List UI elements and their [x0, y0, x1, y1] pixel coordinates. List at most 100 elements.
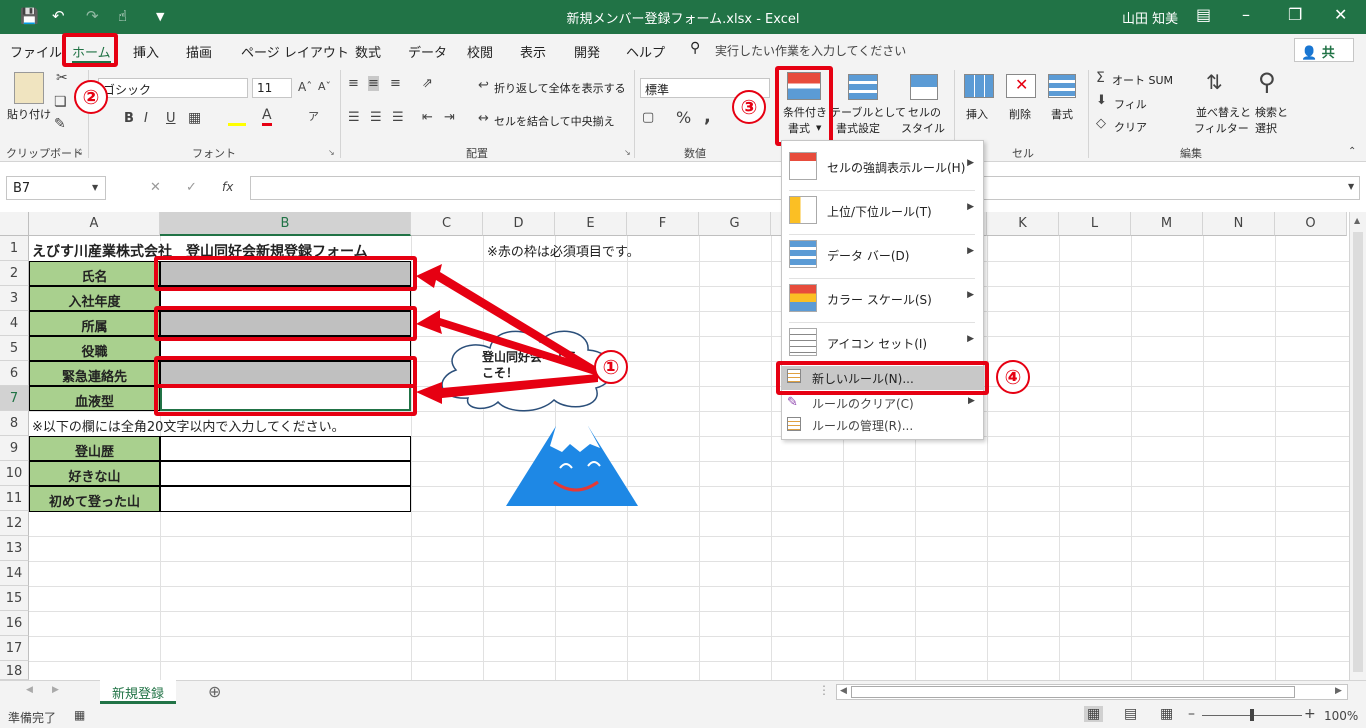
column-header[interactable]: K	[987, 212, 1059, 236]
italic-icon[interactable]: I	[144, 111, 148, 126]
column-header[interactable]: A	[29, 212, 160, 236]
autosum-button[interactable]: オート SUM	[1112, 72, 1173, 88]
close-icon[interactable]: ✕	[1334, 5, 1347, 24]
input-favorite-mountain[interactable]	[160, 461, 411, 486]
align-center-icon[interactable]: ☰	[370, 110, 382, 125]
find-select-label-1[interactable]: 検索と	[1255, 104, 1288, 120]
row-header[interactable]: 17	[0, 636, 29, 661]
fill-color-icon[interactable]	[228, 110, 246, 126]
align-bottom-icon[interactable]: ≡	[390, 76, 401, 91]
row-header[interactable]: 8	[0, 411, 29, 436]
cancel-icon[interactable]: ✕	[150, 180, 161, 195]
tab-developer[interactable]: 開発	[574, 42, 600, 61]
tab-page-layout[interactable]: ページ レイアウト	[241, 42, 349, 61]
ribbon-display-icon[interactable]: ▤	[1196, 5, 1211, 24]
underline-icon[interactable]: U	[166, 111, 176, 126]
column-header[interactable]: G	[699, 212, 771, 236]
tab-review[interactable]: 校閲	[467, 42, 493, 61]
row-header[interactable]: 2	[0, 261, 29, 286]
menu-item-data-bars[interactable]: データ バー(D) ▶	[789, 240, 974, 270]
scroll-thumb[interactable]	[1353, 232, 1363, 672]
column-header[interactable]: F	[627, 212, 699, 236]
bold-icon[interactable]: B	[124, 111, 134, 126]
decrease-indent-icon[interactable]: ⇤	[422, 110, 433, 125]
label-favorite-mountain[interactable]: 好きな山	[29, 461, 160, 486]
clear-button[interactable]: クリア	[1114, 119, 1147, 135]
sort-filter-label-2[interactable]: フィルター	[1194, 120, 1249, 136]
row-header[interactable]: 12	[0, 511, 29, 536]
label-join-year[interactable]: 入社年度	[29, 286, 160, 311]
clear-icon[interactable]: ◇	[1096, 116, 1106, 131]
increase-indent-icon[interactable]: ⇥	[444, 110, 455, 125]
font-color-icon[interactable]: A	[262, 108, 272, 126]
row-header[interactable]: 6	[0, 361, 29, 386]
menu-item-manage-rules[interactable]: ルールの管理(R)...	[782, 414, 983, 436]
tell-me-input[interactable]: 実行したい作業を入力してください	[715, 42, 906, 59]
menu-item-top-bottom-rules[interactable]: 上位/下位ルール(T) ▶	[789, 196, 974, 226]
enter-icon[interactable]: ✓	[186, 180, 197, 195]
borders-icon[interactable]: ▦	[188, 110, 201, 126]
label-emergency-contact[interactable]: 緊急連絡先	[29, 361, 160, 386]
zoom-out-icon[interactable]: –	[1188, 706, 1195, 722]
wrap-text-icon[interactable]: ↩	[478, 78, 489, 93]
tab-help[interactable]: ヘルプ	[626, 42, 665, 61]
fill-icon[interactable]: ⬇	[1096, 93, 1107, 108]
accounting-icon[interactable]: ▢	[642, 110, 654, 125]
alignment-launcher-icon[interactable]: ↘	[624, 148, 631, 157]
percent-icon[interactable]: %	[676, 108, 691, 127]
autosum-icon[interactable]: Σ	[1096, 70, 1105, 86]
tab-view[interactable]: 表示	[520, 42, 546, 61]
format-painter-icon[interactable]: ✎	[54, 116, 66, 132]
format-as-table-label-2[interactable]: 書式設定	[836, 120, 880, 136]
align-top-icon[interactable]: ≡	[348, 76, 359, 91]
comma-icon[interactable]: ,	[704, 106, 711, 127]
column-header[interactable]: N	[1203, 212, 1275, 236]
find-select-label-2[interactable]: 選択	[1255, 120, 1277, 136]
label-department[interactable]: 所属	[29, 311, 160, 336]
row-header[interactable]: 16	[0, 611, 29, 636]
share-button[interactable]: 👤 共有	[1294, 38, 1354, 80]
scroll-right-icon[interactable]: ▶	[1335, 686, 1342, 696]
tab-formulas[interactable]: 数式	[355, 42, 381, 61]
align-middle-icon[interactable]: ≡	[368, 76, 379, 91]
row-header[interactable]: 18	[0, 661, 29, 680]
cell-styles-label-1[interactable]: セルの	[908, 104, 941, 120]
column-header[interactable]: E	[555, 212, 627, 236]
zoom-level[interactable]: 100%	[1324, 709, 1358, 723]
row-header[interactable]: 5	[0, 336, 29, 361]
orientation-icon[interactable]: ⇗	[422, 76, 433, 91]
column-header[interactable]: L	[1059, 212, 1131, 236]
cell-styles-icon[interactable]	[910, 74, 938, 100]
row-header[interactable]: 11	[0, 486, 29, 511]
user-name[interactable]: 山田 知美	[1122, 8, 1178, 27]
insert-cells-icon[interactable]	[964, 74, 994, 98]
column-header[interactable]: C	[411, 212, 483, 236]
row-header[interactable]: 14	[0, 561, 29, 586]
zoom-in-icon[interactable]: +	[1304, 706, 1316, 722]
tab-file[interactable]: ファイル	[10, 42, 62, 61]
font-launcher-icon[interactable]: ↘	[328, 148, 335, 157]
cell-styles-label-2[interactable]: スタイル	[901, 120, 945, 136]
format-as-table-icon[interactable]	[848, 74, 878, 100]
font-size-select[interactable]: 11	[252, 78, 292, 98]
mountain-illustration[interactable]	[504, 418, 640, 508]
normal-view-icon[interactable]: ▦	[1084, 706, 1104, 722]
menu-item-icon-sets[interactable]: アイコン セット(I) ▶	[789, 328, 974, 358]
select-all-corner[interactable]	[0, 212, 29, 236]
zoom-slider-thumb[interactable]	[1250, 709, 1254, 721]
fill-button[interactable]: フィル	[1114, 96, 1147, 112]
page-break-view-icon[interactable]: ▦	[1160, 706, 1173, 722]
tab-draw[interactable]: 描画	[186, 42, 212, 61]
scroll-thumb[interactable]	[851, 686, 1295, 698]
column-header[interactable]: O	[1275, 212, 1347, 236]
insert-function-icon[interactable]: fx	[222, 180, 233, 194]
delete-cells-icon[interactable]: ✕	[1006, 74, 1036, 98]
chevron-down-icon[interactable]: ▼	[92, 183, 98, 192]
delete-cells-button[interactable]: 削除	[1009, 106, 1031, 122]
row-header[interactable]: 1	[0, 236, 29, 261]
format-cells-icon[interactable]	[1048, 74, 1076, 98]
row-header[interactable]: 9	[0, 436, 29, 461]
tab-data[interactable]: データ	[408, 42, 447, 61]
menu-item-color-scales[interactable]: カラー スケール(S) ▶	[789, 284, 974, 314]
input-climbing-history[interactable]	[160, 436, 411, 461]
